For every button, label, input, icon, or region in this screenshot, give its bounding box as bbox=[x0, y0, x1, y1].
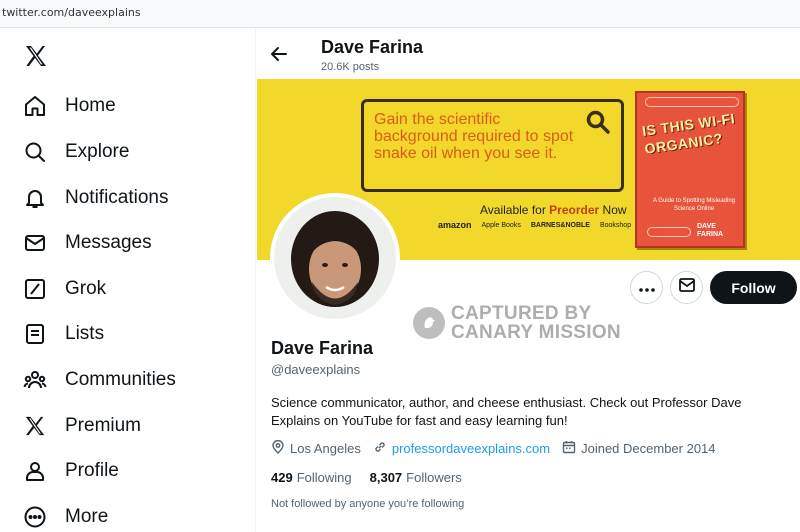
more-dots-icon bbox=[638, 279, 655, 297]
following-count: 429 bbox=[271, 470, 293, 485]
follow-button[interactable]: Follow bbox=[710, 271, 797, 304]
search-icon bbox=[22, 139, 48, 165]
user-handle: @daveexplains bbox=[271, 362, 361, 377]
book-top-badge bbox=[645, 97, 739, 107]
avail-bold: Preorder bbox=[549, 203, 600, 217]
header-post-count: 20.6K posts bbox=[321, 61, 380, 73]
message-button[interactable] bbox=[670, 271, 703, 304]
sidebar-item-lists[interactable]: Lists bbox=[22, 314, 104, 354]
envelope-icon bbox=[22, 230, 48, 256]
watermark: CAPTURED BY CANARY MISSION bbox=[413, 304, 621, 342]
book-cover: IS THIS WI-FI ORGANIC? A Guide to Spotti… bbox=[635, 91, 745, 248]
link-icon bbox=[373, 440, 392, 457]
more-circle-icon bbox=[22, 504, 48, 530]
back-arrow-icon[interactable] bbox=[269, 44, 289, 64]
avatar-photo bbox=[274, 197, 396, 319]
browser-url-bar[interactable]: twitter.com/daveexplains bbox=[0, 0, 800, 28]
sidebar-item-label: Notifications bbox=[65, 187, 169, 208]
followers-link[interactable]: 8,307 Followers bbox=[370, 470, 462, 485]
x-logo-icon[interactable] bbox=[24, 44, 48, 68]
book-bottom-badge bbox=[647, 227, 691, 237]
banner-headline: Gain the scientific background required … bbox=[374, 111, 574, 162]
website-link[interactable]: professordaveexplains.com bbox=[392, 441, 550, 456]
person-icon bbox=[22, 458, 48, 484]
sidebar-item-label: Home bbox=[65, 95, 116, 116]
x-logo-icon bbox=[22, 413, 48, 439]
watermark-line2: CANARY MISSION bbox=[451, 322, 621, 343]
url-text: twitter.com/daveexplains bbox=[2, 6, 141, 19]
display-name: Dave Farina bbox=[271, 338, 374, 358]
sidebar-item-label: Grok bbox=[65, 278, 107, 299]
watermark-line1: CAPTURED BY bbox=[451, 303, 592, 324]
sidebar: Home Explore Notifications Messages Grok… bbox=[0, 28, 256, 532]
sidebar-item-explore[interactable]: Explore bbox=[22, 132, 129, 172]
joined-item: Joined December 2014 bbox=[562, 440, 716, 457]
canary-logo-icon bbox=[413, 307, 445, 339]
location-text: Los Angeles bbox=[290, 441, 361, 456]
sidebar-item-communities[interactable]: Communities bbox=[22, 360, 176, 400]
sidebar-item-more[interactable]: More bbox=[22, 497, 108, 532]
avail-prefix: Available for bbox=[480, 203, 546, 217]
sidebar-item-messages[interactable]: Messages bbox=[22, 223, 152, 263]
profile-main: Dave Farina 20.6K posts Gain the scienti… bbox=[257, 28, 800, 532]
profile-bio: Science communicator, author, and cheese… bbox=[271, 395, 742, 428]
following-label: Following bbox=[296, 470, 352, 485]
list-icon bbox=[22, 321, 48, 347]
book-subtitle: A Guide to Spotting Misleading Science O… bbox=[652, 198, 736, 212]
sidebar-item-grok[interactable]: Grok bbox=[22, 269, 106, 309]
communities-icon bbox=[22, 367, 48, 393]
followers-count: 8,307 bbox=[369, 470, 403, 485]
watermark-text: CAPTURED BY CANARY MISSION bbox=[451, 304, 621, 342]
sidebar-item-notifications[interactable]: Notifications bbox=[22, 178, 169, 218]
sidebar-item-label: Premium bbox=[65, 415, 142, 436]
location-item: Los Angeles bbox=[271, 439, 361, 457]
avail-suffix: Now bbox=[602, 203, 627, 217]
followers-label: Followers bbox=[406, 470, 462, 485]
not-followed-note: Not followed by anyone you’re following bbox=[271, 498, 465, 510]
banner-availability: Available for Preorder Now bbox=[480, 203, 627, 217]
follow-counts: 429 Following 8,307 Followers bbox=[271, 470, 462, 485]
sidebar-item-label: More bbox=[65, 506, 109, 527]
location-pin-icon bbox=[271, 439, 290, 457]
joined-text: Joined December 2014 bbox=[581, 441, 716, 456]
sidebar-item-label: Lists bbox=[65, 323, 105, 344]
store-amazon: amazon bbox=[438, 220, 472, 230]
banner-stores: amazon Apple Books BARNES&NOBLE Bookshop bbox=[438, 220, 631, 230]
sidebar-item-label: Communities bbox=[65, 369, 176, 390]
book-title: IS THIS WI-FI ORGANIC? bbox=[641, 110, 737, 157]
profile-meta: Los Angeles professordaveexplains.com Jo… bbox=[271, 439, 728, 457]
grok-icon bbox=[22, 276, 48, 302]
store-apple-books: Apple Books bbox=[481, 221, 521, 229]
sidebar-item-label: Profile bbox=[65, 460, 119, 481]
website-item[interactable]: professordaveexplains.com bbox=[373, 440, 550, 457]
envelope-icon bbox=[678, 278, 695, 297]
header-name: Dave Farina bbox=[321, 37, 424, 57]
following-link[interactable]: 429 Following bbox=[271, 470, 352, 485]
sidebar-item-profile[interactable]: Profile bbox=[22, 451, 119, 491]
sidebar-item-premium[interactable]: Premium bbox=[22, 406, 141, 446]
sidebar-item-home[interactable]: Home bbox=[22, 86, 116, 126]
sidebar-item-label: Explore bbox=[65, 141, 130, 162]
book-author: DAVE FARINA bbox=[697, 223, 724, 238]
home-icon bbox=[22, 93, 48, 119]
avatar[interactable] bbox=[270, 193, 400, 323]
bell-icon bbox=[22, 185, 48, 211]
calendar-icon bbox=[562, 440, 581, 457]
sidebar-item-label: Messages bbox=[65, 232, 152, 253]
more-options-button[interactable] bbox=[630, 271, 663, 304]
store-barnes-noble: BARNES&NOBLE bbox=[530, 221, 590, 229]
profile-header-bar: Dave Farina 20.6K posts bbox=[257, 28, 800, 79]
store-bookshop: Bookshop bbox=[599, 221, 632, 229]
magnifier-icon bbox=[585, 109, 611, 140]
